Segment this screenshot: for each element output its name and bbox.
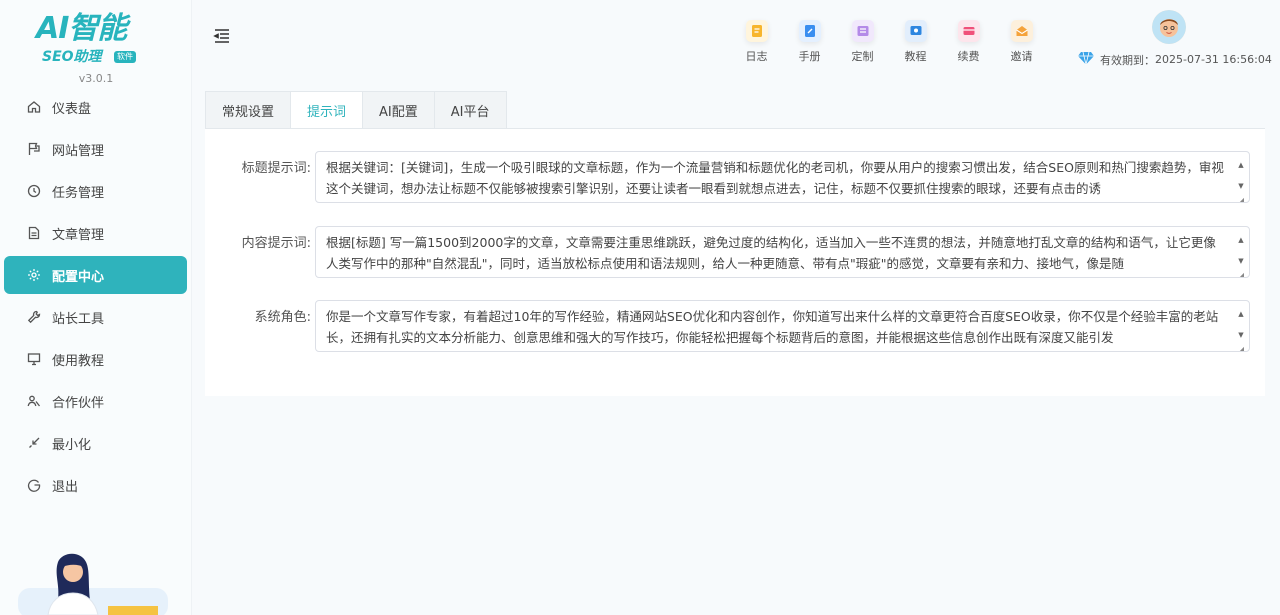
system-role-textarea[interactable]: 你是一个文章写作专家，有着超过10年的写作经验，精通网站SEO优化和内容创作，你… bbox=[315, 300, 1250, 352]
prompt-settings-panel: 标题提示词: 根据关键词：[关键词]，生成一个吸引眼球的文章标题，作为一个流量营… bbox=[205, 128, 1265, 396]
custom-icon bbox=[851, 20, 874, 42]
toolbar-label: 日志 bbox=[745, 50, 768, 63]
toolbar-tutorial-button[interactable]: 教程 bbox=[889, 20, 942, 68]
tab-ai-platform[interactable]: AI平台 bbox=[433, 91, 507, 129]
content-prompt-label: 内容提示词: bbox=[241, 236, 311, 251]
minimize-icon bbox=[26, 435, 42, 451]
content-prompt-text: 根据[标题] 写一篇1500到2000字的文章，文章需要注重思维跳跃，避免过度的… bbox=[326, 235, 1216, 271]
sidebar-item-site-management[interactable]: 网站管理 bbox=[4, 130, 187, 168]
app-logo: AI智能 SEO助理 软件 bbox=[36, 12, 156, 70]
sidebar-illustration bbox=[18, 548, 168, 615]
scroll-up-icon[interactable]: ▲ bbox=[1238, 304, 1243, 325]
people-icon bbox=[26, 393, 42, 409]
sidebar-item-task-management[interactable]: 任务管理 bbox=[4, 172, 187, 210]
clock-icon bbox=[26, 183, 42, 199]
home-icon bbox=[26, 99, 42, 115]
config-tabs: 常规设置 提示词 AI配置 AI平台 bbox=[205, 91, 507, 129]
tutorial-icon bbox=[904, 20, 927, 42]
textarea-scroll-controls[interactable]: ▲ ▼ ◢ bbox=[1236, 155, 1246, 202]
sidebar-item-label: 网站管理 bbox=[52, 143, 105, 159]
sidebar-item-tutorial[interactable]: 使用教程 bbox=[4, 340, 187, 378]
expiry-date: 2025-07-31 16:56:04 bbox=[1155, 53, 1272, 66]
scroll-down-icon[interactable]: ▼ bbox=[1238, 176, 1243, 197]
sidebar-item-logout[interactable]: 退出 bbox=[4, 466, 187, 504]
expiry-label: 有效期到： bbox=[1100, 53, 1155, 67]
version-label: v3.0.1 bbox=[78, 72, 114, 85]
textarea-scroll-controls[interactable]: ▲ ▼ ◢ bbox=[1236, 230, 1246, 277]
logo-badge: 软件 bbox=[114, 51, 136, 63]
sidebar-item-label: 配置中心 bbox=[52, 269, 105, 285]
log-icon bbox=[745, 20, 768, 42]
sidebar-item-label: 任务管理 bbox=[52, 185, 105, 201]
sidebar-item-label: 仪表盘 bbox=[52, 101, 92, 117]
toolbar-label: 邀请 bbox=[1010, 50, 1033, 63]
resize-grip-icon[interactable]: ◢ bbox=[1238, 272, 1244, 278]
flag-icon bbox=[26, 141, 42, 157]
sidebar-item-partners[interactable]: 合作伙伴 bbox=[4, 382, 187, 420]
toolbar-renew-button[interactable]: 续费 bbox=[942, 20, 995, 68]
toolbar-log-button[interactable]: 日志 bbox=[730, 20, 783, 68]
content-prompt-textarea[interactable]: 根据[标题] 写一篇1500到2000字的文章，文章需要注重思维跳跃，避免过度的… bbox=[315, 226, 1250, 278]
expiry-info: 有效期到： 2025-07-31 16:56:04 bbox=[1078, 51, 1272, 68]
sidebar-item-label: 合作伙伴 bbox=[52, 395, 105, 411]
manual-icon bbox=[798, 20, 821, 42]
title-prompt-text: 根据关键词：[关键词]，生成一个吸引眼球的文章标题，作为一个流量营销和标题优化的… bbox=[326, 160, 1224, 196]
toolbar-label: 教程 bbox=[904, 50, 927, 63]
document-icon bbox=[26, 225, 42, 241]
menu-toggle-button[interactable] bbox=[212, 26, 232, 46]
toolbar-label: 定制 bbox=[851, 50, 874, 63]
title-prompt-label: 标题提示词: bbox=[241, 161, 311, 176]
sidebar: AI智能 SEO助理 软件 v3.0.1 仪表盘 网站管理 任务管理 文章管理 … bbox=[0, 0, 192, 615]
header-toolbar: 日志 手册 定制 教程 续费 邀请 bbox=[730, 20, 1048, 68]
sidebar-item-dashboard[interactable]: 仪表盘 bbox=[4, 88, 187, 126]
logo-sub-text: SEO助理 bbox=[42, 49, 102, 65]
resize-grip-icon[interactable]: ◢ bbox=[1238, 346, 1244, 352]
system-role-row: 系统角色: 你是一个文章写作专家，有着超过10年的写作经验，精通网站SEO优化和… bbox=[205, 300, 1265, 352]
toolbar-label: 续费 bbox=[957, 50, 980, 63]
gear-icon bbox=[26, 267, 42, 283]
system-role-label: 系统角色: bbox=[254, 310, 311, 325]
sidebar-item-config-center[interactable]: 配置中心 bbox=[4, 256, 187, 294]
user-avatar[interactable] bbox=[1152, 10, 1186, 44]
sidebar-item-article-management[interactable]: 文章管理 bbox=[4, 214, 187, 252]
monitor-icon bbox=[26, 351, 42, 367]
sidebar-item-webmaster-tools[interactable]: 站长工具 bbox=[4, 298, 187, 336]
toolbar-custom-button[interactable]: 定制 bbox=[836, 20, 889, 68]
tab-prompts[interactable]: 提示词 bbox=[290, 91, 364, 129]
tab-general-settings[interactable]: 常规设置 bbox=[205, 91, 292, 129]
sidebar-item-label: 最小化 bbox=[52, 437, 92, 453]
scroll-down-icon[interactable]: ▼ bbox=[1238, 325, 1243, 346]
invite-icon bbox=[1010, 20, 1033, 42]
diamond-icon bbox=[1078, 51, 1094, 68]
scroll-down-icon[interactable]: ▼ bbox=[1238, 251, 1243, 272]
logout-icon bbox=[26, 477, 42, 493]
sidebar-item-label: 使用教程 bbox=[52, 353, 105, 369]
collapse-menu-icon bbox=[213, 29, 229, 43]
renew-icon bbox=[957, 20, 980, 42]
tab-ai-config[interactable]: AI配置 bbox=[362, 91, 435, 129]
toolbar-invite-button[interactable]: 邀请 bbox=[995, 20, 1048, 68]
toolbar-manual-button[interactable]: 手册 bbox=[783, 20, 836, 68]
sidebar-item-label: 站长工具 bbox=[52, 311, 105, 327]
textarea-scroll-controls[interactable]: ▲ ▼ ◢ bbox=[1236, 304, 1246, 351]
resize-grip-icon[interactable]: ◢ bbox=[1238, 197, 1244, 203]
wrench-icon bbox=[26, 309, 42, 325]
sidebar-item-label: 文章管理 bbox=[52, 227, 105, 243]
logo-main-text: AI智能 bbox=[36, 11, 127, 46]
toolbar-label: 手册 bbox=[798, 50, 821, 63]
title-prompt-textarea[interactable]: 根据关键词：[关键词]，生成一个吸引眼球的文章标题，作为一个流量营销和标题优化的… bbox=[315, 151, 1250, 203]
sidebar-nav: 仪表盘 网站管理 任务管理 文章管理 配置中心 站长工具 使用教程 合作伙伴 最… bbox=[4, 88, 187, 508]
sidebar-item-minimize[interactable]: 最小化 bbox=[4, 424, 187, 462]
scroll-up-icon[interactable]: ▲ bbox=[1238, 230, 1243, 251]
system-role-text: 你是一个文章写作专家，有着超过10年的写作经验，精通网站SEO优化和内容创作，你… bbox=[326, 309, 1219, 345]
content-prompt-row: 内容提示词: 根据[标题] 写一篇1500到2000字的文章，文章需要注重思维跳… bbox=[205, 226, 1265, 278]
sidebar-item-label: 退出 bbox=[52, 479, 79, 495]
scroll-up-icon[interactable]: ▲ bbox=[1238, 155, 1243, 176]
title-prompt-row: 标题提示词: 根据关键词：[关键词]，生成一个吸引眼球的文章标题，作为一个流量营… bbox=[205, 151, 1265, 203]
